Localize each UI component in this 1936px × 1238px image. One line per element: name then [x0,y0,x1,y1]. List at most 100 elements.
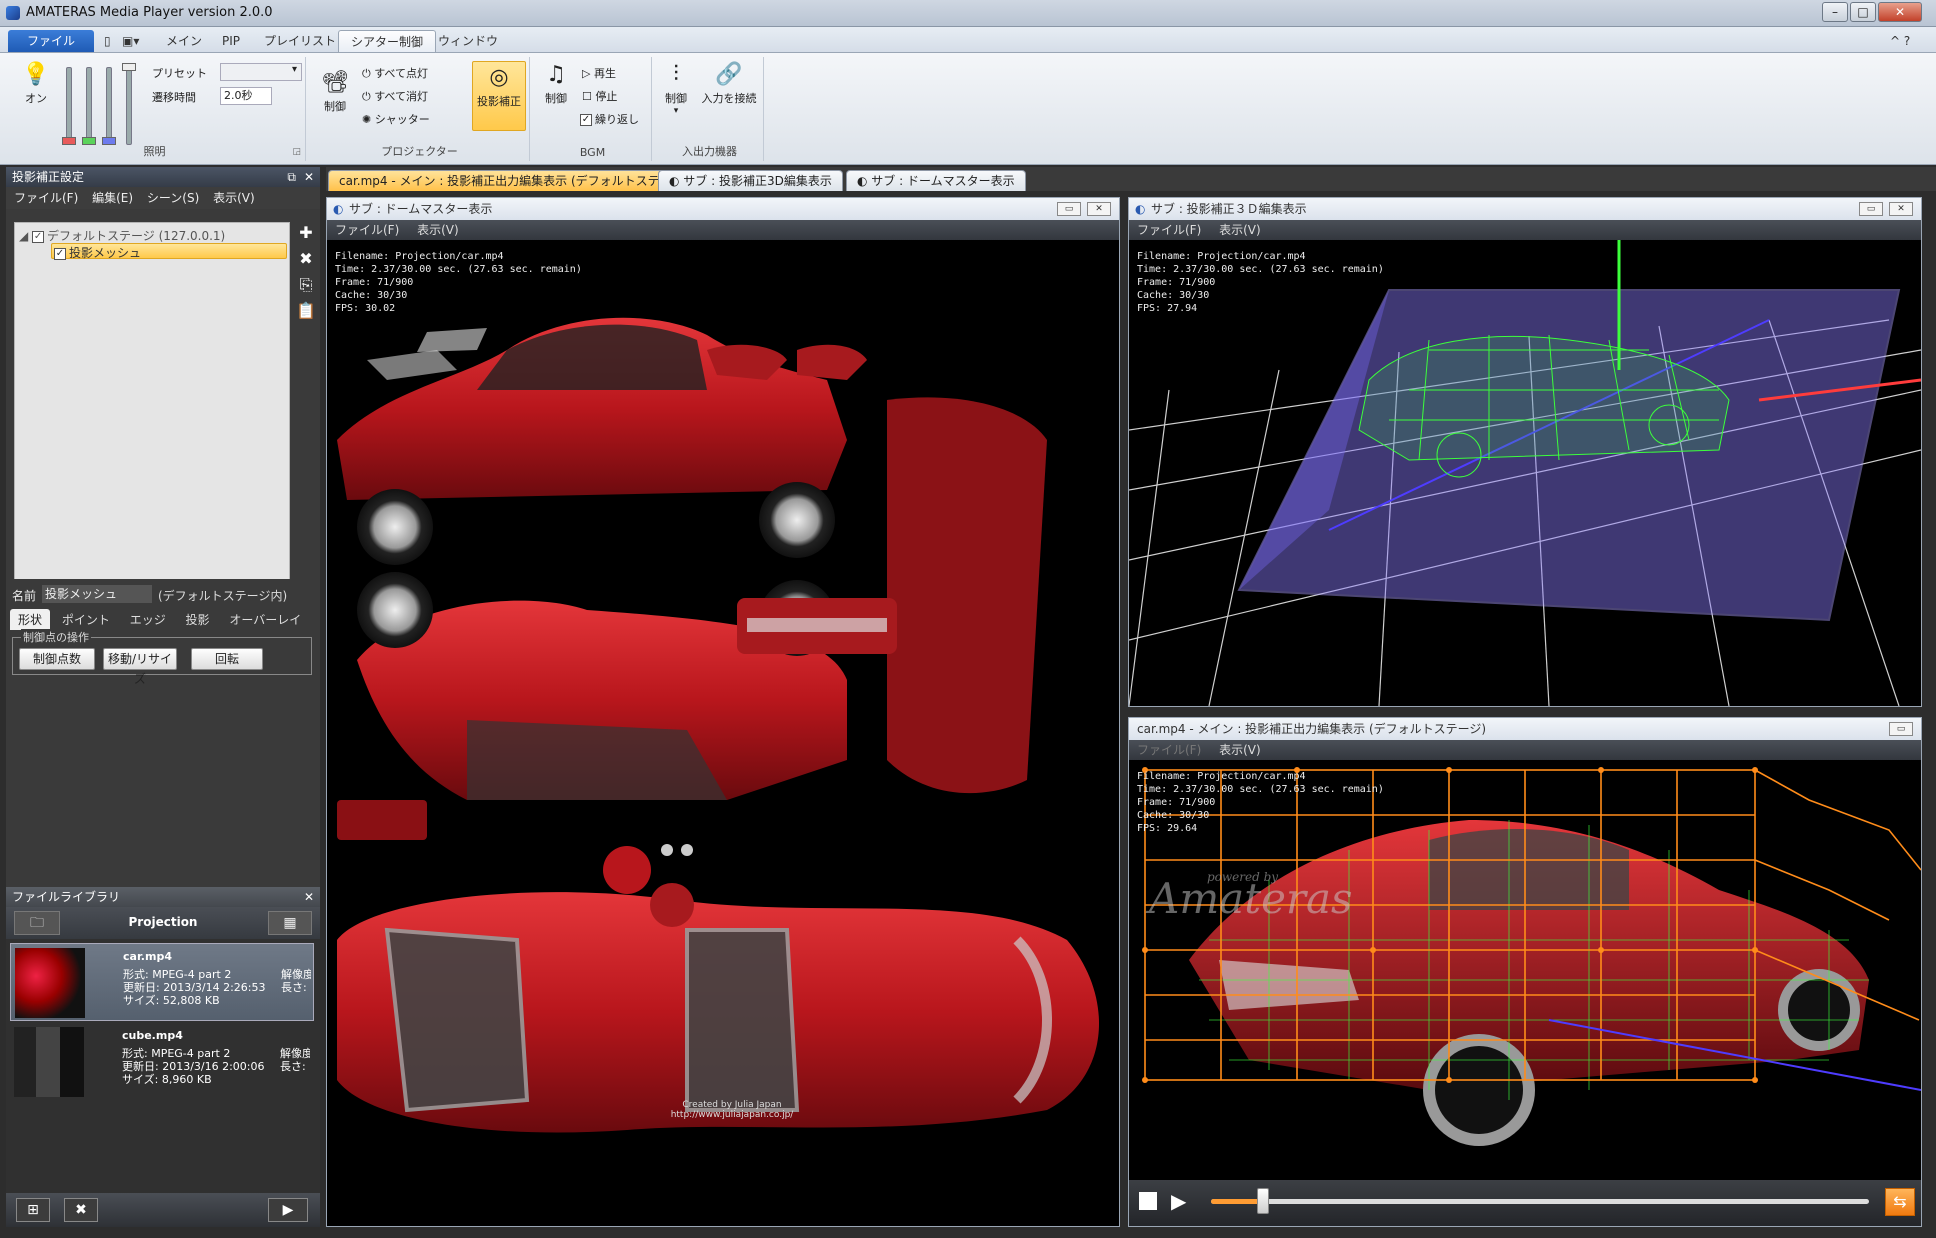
all-off-button[interactable]: ⏻ すべて消灯 [362,88,428,104]
red-slider[interactable] [66,67,72,145]
power-off-icon: ⏻ [362,90,375,103]
tab-playlist[interactable]: プレイリスト [252,30,348,52]
file-name: car.mp4 [123,950,172,963]
group-label-control-points: 制御点の操作 [21,629,91,645]
bgm-play-button[interactable]: ▷ 再生 [582,65,616,81]
move-resize-button[interactable]: 移動/リサイズ [103,648,177,686]
delete-icon[interactable]: ✖ [296,249,316,269]
tab-projection[interactable]: 投影 [178,609,218,630]
help-icon[interactable]: ^ ? [1878,30,1922,52]
menu-view[interactable]: 表示(V) [417,223,459,237]
doc-tab-3d[interactable]: ◐ サブ : 投影補正3D編集表示 [658,170,843,191]
light-on-button[interactable]: 💡 オン [18,63,54,106]
tab-window[interactable]: ウィンドウ [426,30,510,52]
copy-icon[interactable]: ⎘ [296,275,316,295]
all-on-button[interactable]: ⏻ すべて点灯 [362,65,428,81]
restore-icon[interactable]: ▭ [1859,202,1883,216]
seek-handle[interactable] [1256,1188,1269,1214]
menu-file[interactable]: ファイル(F) [335,223,399,237]
file-length: 長さ: 30 [281,981,311,994]
transition-input[interactable]: 2.0秒 [220,87,272,105]
bgm-repeat-checkbox[interactable]: ✓ 繰り返し [580,111,639,127]
remove-file-icon[interactable]: ✖ [64,1198,98,1222]
bgm-control-button[interactable]: ♫ 制御 [538,63,574,106]
file-library-close-icon[interactable]: ✕ [304,887,314,907]
tab-overlay[interactable]: オーバーレイ [221,609,309,630]
green-slider[interactable] [86,67,92,145]
window-close-icon[interactable]: ✕ [1087,202,1111,216]
menu-view[interactable]: 表示(V) [213,191,255,205]
save-icon[interactable]: ▣▾ [118,30,143,52]
menu-view[interactable]: 表示(V) [1219,743,1261,757]
shutter-button[interactable]: ✺ シャッター [362,111,430,127]
tab-edge[interactable]: エッジ [122,609,174,630]
app-icon [6,6,20,20]
watermark: Amateras [1149,874,1353,923]
video-thumbnail [15,948,85,1018]
grid-view-icon[interactable]: ▦ [268,911,312,935]
add-file-icon[interactable]: ⊞ [16,1198,50,1222]
add-icon[interactable]: ✚ [296,223,316,243]
pin-icon[interactable]: ⧉ [287,167,296,187]
white-handle[interactable] [122,63,136,71]
new-doc-icon[interactable]: ▯ [100,30,115,52]
menu-file[interactable]: ファイル(F) [1137,743,1201,757]
close-icon[interactable]: ✕ [1878,2,1922,22]
minimize-icon[interactable]: – [1822,2,1848,22]
loop-icon[interactable]: ⇆ [1885,1188,1915,1216]
play-icon[interactable]: ▶ [1171,1190,1186,1212]
control-point-count-button[interactable]: 制御点数 [19,648,95,670]
group-label-io: 入出力機器 [682,145,737,158]
name-input[interactable]: 投影メッシュ [42,585,152,603]
tab-file[interactable]: ファイル [8,30,94,52]
seek-bar[interactable] [1211,1199,1869,1204]
window-close-icon[interactable]: ✕ [1889,202,1913,216]
playback-info: Filename: Projection/car.mp4 Time: 2.37/… [1137,771,1384,834]
restore-icon[interactable]: ▭ [1889,722,1913,736]
dome-master-view [327,240,1119,1226]
preset-select[interactable]: ▾ [220,63,302,81]
menu-edit[interactable]: 編集(E) [92,191,133,205]
library-item-cube[interactable]: cube.mp4 形式: MPEG-4 part 2 更新日: 2013/3/1… [10,1023,314,1101]
io-control-button[interactable]: ⫶ 制御 ▾ [660,63,692,117]
restore-icon[interactable]: ▭ [1057,202,1081,216]
stop-icon: ☐ [582,90,596,103]
group-io: ⫶ 制御 ▾ 🔗 入力を接続 入出力機器 [656,57,764,161]
menu-scene[interactable]: シーン(S) [147,191,199,205]
menu-file[interactable]: ファイル(F) [14,191,78,205]
projector-control-button[interactable]: 📽 制御 [316,71,354,114]
panel-title: 投影補正設定 ⧉ ✕ [6,167,320,187]
panel-close-icon[interactable]: ✕ [304,167,314,187]
doc-tab-dome[interactable]: ◐ サブ : ドームマスター表示 [846,170,1026,191]
tree-row-stage[interactable]: ◢ ✓ デフォルトステージ (127.0.0.1) [19,227,225,244]
file-library-title: ファイルライブラリ ✕ [6,887,320,907]
doc-tab-main[interactable]: car.mp4 - メイン : 投影補正出力編集表示 (デフォルトステージ) [328,170,700,191]
menu-view[interactable]: 表示(V) [1219,223,1261,237]
collapse-icon[interactable]: ◢ [19,229,32,243]
blue-slider[interactable] [106,67,112,145]
car-top-view [337,892,1100,1133]
tree-row-mesh[interactable]: ✓ 投影メッシュ [51,243,287,260]
tab-point[interactable]: ポイント [54,609,118,630]
tab-shape[interactable]: 形状 [10,609,51,630]
rotate-button[interactable]: 回転 [191,648,263,670]
connect-input-button[interactable]: 🔗 入力を接続 [698,63,760,106]
dialog-launcher-icon[interactable]: ◲ [292,147,301,157]
library-item-car[interactable]: car.mp4 形式: MPEG-4 part 2 更新日: 2013/3/14… [10,943,314,1021]
tab-main[interactable]: メイン [154,30,214,52]
mesh-checkbox[interactable]: ✓ [54,247,66,260]
group-label-projector: プロジェクター [381,145,458,158]
paste-icon[interactable]: 📋 [296,301,316,321]
library-toolbar: 🗀 Projection ▦ [6,907,320,939]
bgm-stop-button[interactable]: ☐ 停止 [582,88,617,104]
menu-file[interactable]: ファイル(F) [1137,223,1201,237]
play-icon: ▷ [582,67,594,80]
tab-theater[interactable]: シアター制御 [338,30,437,52]
projection-correction-button[interactable]: ◎ 投影補正 [472,61,526,131]
maximize-icon[interactable]: □ [1850,2,1876,22]
tab-pip[interactable]: PIP [210,30,252,52]
stage-checkbox[interactable]: ✓ [32,230,45,243]
play-file-icon[interactable]: ▶ [268,1198,308,1222]
stop-icon[interactable] [1139,1192,1157,1210]
white-slider[interactable] [126,67,132,145]
